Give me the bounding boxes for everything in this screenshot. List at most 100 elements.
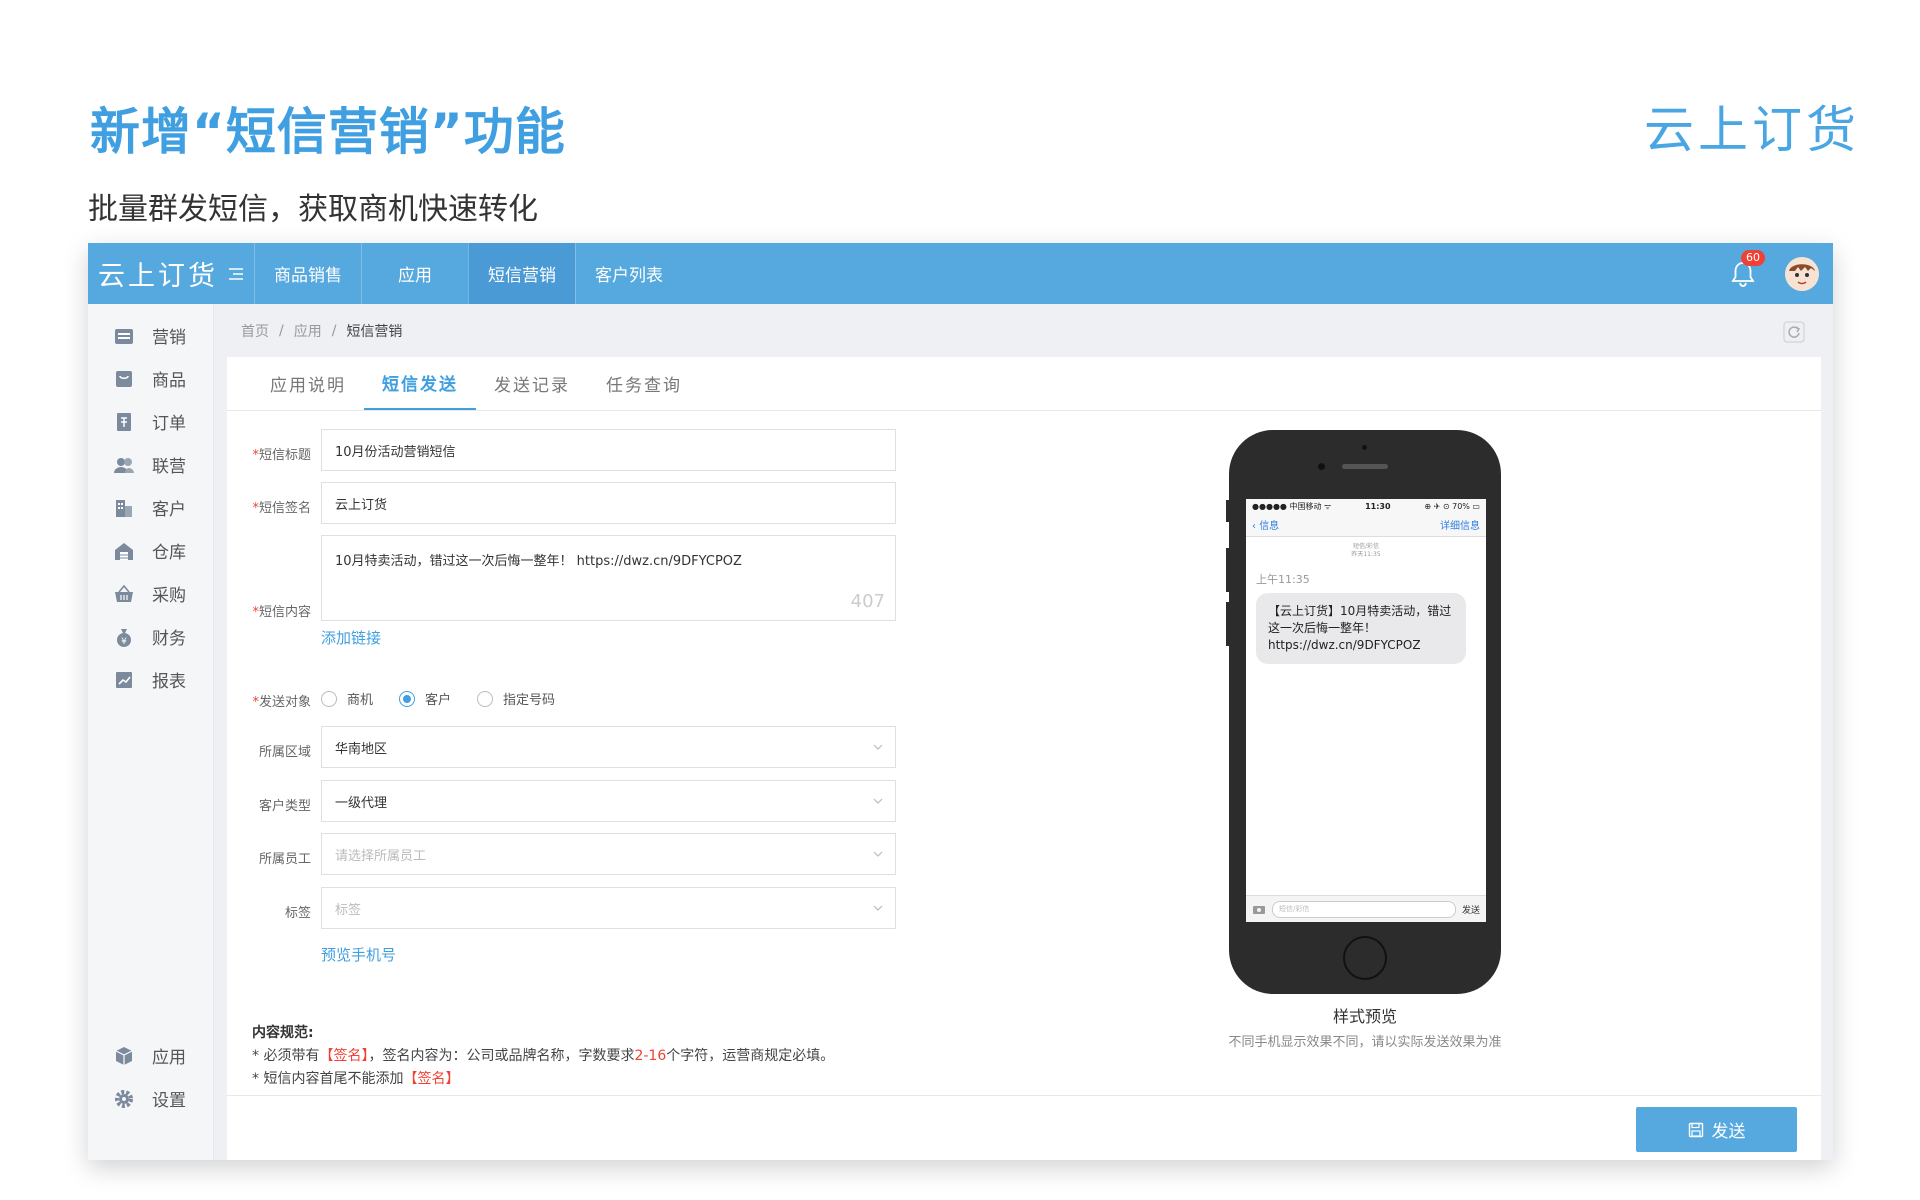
top-navigation-bar: 云上订货 商品销售 应用 短信营销 客户列表 60 — [88, 243, 1833, 304]
radio-specified-number[interactable]: 指定号码 — [477, 689, 555, 708]
content-rules: 内容规范: * 必须带有【签名】，签名内容为：公司或品牌名称，字数要求2-16个… — [252, 1022, 834, 1091]
notification-badge: 60 — [1741, 249, 1765, 266]
sidebar-item-label: 营销 — [152, 328, 186, 348]
rules-line-1: * 必须带有【签名】，签名内容为：公司或品牌名称，字数要求2-16个字符，运营商… — [252, 1048, 835, 1064]
chevron-down-icon — [873, 905, 883, 911]
sidebar-item-warehouse[interactable]: 仓库 — [88, 529, 213, 572]
preview-note: 不同手机显示效果不同，请以实际发送效果为准 — [1228, 1035, 1502, 1050]
nav-item-goods-sales[interactable]: 商品销售 — [254, 243, 361, 304]
app-logo[interactable]: 云上订货 — [88, 243, 218, 304]
form-footer: 发送 — [227, 1095, 1821, 1160]
sms-title-label: *短信标题 — [252, 448, 311, 463]
customer-type-select[interactable]: 一级代理 — [321, 780, 896, 822]
add-link-button[interactable]: 添加链接 — [321, 627, 381, 648]
users-icon — [114, 457, 134, 473]
breadcrumb-separator: / — [331, 322, 337, 339]
user-avatar[interactable] — [1785, 256, 1819, 291]
sms-sign-label: *短信签名 — [252, 501, 311, 516]
basket-icon — [115, 584, 133, 602]
sidebar-item-marketing[interactable]: 营销 — [88, 314, 213, 357]
radio-customer[interactable]: 客户 — [399, 689, 451, 708]
slide-title: 新增“短信营销”功能 — [90, 103, 566, 161]
message-meta: 短信/彩信 昨天11:35 — [1351, 543, 1381, 558]
slide-subtitle: 批量群发短信，获取商机快速转化 — [88, 192, 538, 227]
sidebar-item-label: 仓库 — [152, 543, 186, 563]
sidebar-item-apps[interactable]: 应用 — [88, 1034, 213, 1077]
tab-app-description[interactable]: 应用说明 — [252, 357, 364, 410]
preview-caption: 样式预览 不同手机显示效果不同，请以实际发送效果为准 — [1165, 1003, 1565, 1050]
sms-panel: 应用说明 短信发送 发送记录 任务查询 *短信标题 10月份活动营销短信 *短信… — [227, 357, 1821, 1160]
breadcrumb-home[interactable]: 首页 — [241, 321, 269, 341]
notification-button[interactable]: 60 — [1727, 249, 1765, 290]
chart-icon — [116, 671, 132, 688]
nav-item-customer-list[interactable]: 客户列表 — [575, 243, 682, 304]
sidebar-item-customers[interactable]: 客户 — [88, 486, 213, 529]
sidebar-item-purchase[interactable]: 采购 — [88, 572, 213, 615]
message-field: 短信/彩信 — [1272, 900, 1456, 918]
sidebar-item-label: 采购 — [152, 586, 186, 606]
nav-item-apps[interactable]: 应用 — [361, 243, 468, 304]
sidebar-item-goods[interactable]: 商品 — [88, 357, 213, 400]
sms-content-textarea[interactable]: 10月特卖活动，错过这一次后悔一整年！ https://dwz.cn/9DFYC… — [321, 535, 896, 621]
speaker-grille — [1342, 464, 1388, 469]
customer-type-label: 客户类型 — [258, 799, 311, 814]
refresh-icon[interactable] — [1783, 321, 1805, 343]
save-icon — [1688, 1122, 1703, 1137]
send-button[interactable]: 发送 — [1636, 1107, 1797, 1152]
sidebar-item-orders[interactable]: 订单 — [88, 400, 213, 443]
breadcrumb-current: 短信营销 — [346, 323, 403, 340]
camera-icon — [1253, 906, 1265, 914]
sidebar-item-label: 客户 — [152, 500, 186, 520]
tab-send-records[interactable]: 发送记录 — [476, 357, 588, 410]
breadcrumb: 首页 / 应用 / 短信营销 — [227, 304, 1821, 357]
app-window: 云上订货 商品销售 应用 短信营销 客户列表 60 营销 商品 订单 联营 客户… — [88, 243, 1833, 1160]
breadcrumb-separator: / — [279, 322, 284, 339]
message-nav-bar: ‹ 信息 详细信息 — [1246, 513, 1486, 537]
preview-title: 样式预览 — [1332, 1007, 1397, 1026]
sms-content-label: *短信内容 — [252, 605, 311, 620]
sidebar-item-label: 商品 — [152, 371, 186, 391]
phone-screen: ●●●●● 中国移动 ᯤ 11:30 ⊕ ✈ ⊙ 70% ▭ ‹ 信息 详细信息… — [1246, 499, 1486, 922]
radio-opportunity[interactable]: 商机 — [321, 689, 373, 708]
warehouse-icon — [115, 542, 133, 560]
phone-send-label: 发送 — [1461, 905, 1480, 916]
sms-sign-input[interactable]: 云上订货 — [321, 482, 896, 524]
sidebar-item-label: 财务 — [152, 629, 186, 649]
order-icon — [117, 412, 131, 431]
sidebar: 营销 商品 订单 联营 客户 仓库 采购 ¥ 财务 报表 应用 设置 — [88, 304, 214, 1160]
breadcrumb-apps[interactable]: 应用 — [294, 321, 322, 341]
sms-title-input[interactable]: 10月份活动营销短信 — [321, 429, 896, 471]
menu-toggle-icon[interactable] — [218, 243, 254, 304]
phone-preview: ●●●●● 中国移动 ᯤ 11:30 ⊕ ✈ ⊙ 70% ▭ ‹ 信息 详细信息… — [1226, 430, 1501, 994]
rules-heading: 内容规范: — [252, 1025, 314, 1041]
region-select[interactable]: 华南地区 — [321, 726, 896, 768]
region-label: 所属区域 — [258, 745, 311, 760]
phone-status-bar: ●●●●● 中国移动 ᯤ 11:30 ⊕ ✈ ⊙ 70% ▭ — [1246, 499, 1486, 513]
nav-item-sms-marketing[interactable]: 短信营销 — [468, 243, 575, 304]
tab-sms-send[interactable]: 短信发送 — [364, 357, 476, 410]
chevron-down-icon — [873, 798, 883, 804]
sidebar-item-settings[interactable]: 设置 — [88, 1077, 213, 1120]
back-button: ‹ 信息 — [1252, 521, 1280, 532]
sidebar-item-reports[interactable]: 报表 — [88, 658, 213, 701]
tab-task-query[interactable]: 任务查询 — [588, 357, 700, 410]
tag-select[interactable]: 标签 — [321, 887, 896, 929]
target-label: *发送对象 — [252, 695, 311, 710]
brand-logo: 云上订货 — [1644, 101, 1860, 159]
money-bag-icon: ¥ — [117, 628, 131, 647]
sidebar-item-finance[interactable]: ¥ 财务 — [88, 615, 213, 658]
chevron-down-icon — [873, 744, 883, 750]
home-button — [1343, 936, 1387, 980]
details-button: 详细信息 — [1440, 521, 1480, 532]
staff-select[interactable]: 请选择所属员工 — [321, 833, 896, 875]
svg-text:¥: ¥ — [121, 637, 127, 647]
tab-bar: 应用说明 短信发送 发送记录 任务查询 — [227, 357, 1821, 411]
sms-content-text: 10月特卖活动，错过这一次后悔一整年！ https://dwz.cn/9DFYC… — [335, 554, 742, 569]
sidebar-item-label: 联营 — [152, 457, 186, 477]
building-icon — [116, 499, 132, 517]
sidebar-item-joint[interactable]: 联营 — [88, 443, 213, 486]
preview-phone-link[interactable]: 预览手机号 — [321, 944, 396, 965]
staff-label: 所属员工 — [258, 852, 311, 867]
sidebar-item-label: 报表 — [152, 672, 186, 692]
tag-label: 标签 — [284, 906, 311, 921]
